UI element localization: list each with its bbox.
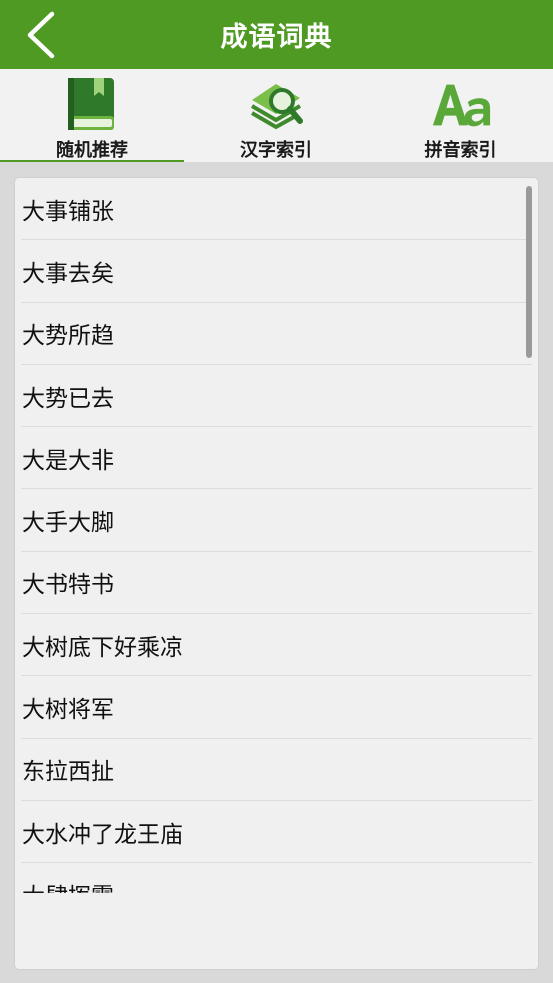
- idiom-text: 大势已去: [22, 385, 114, 412]
- idiom-text: 大书特书: [22, 572, 114, 599]
- app-screen: 成语词典 随机推荐 汉字索引 拼音索引 大事铺张 大事去矣 大势所趋 大势已去 …: [0, 0, 553, 983]
- idiom-text: 大水冲了龙王庙: [22, 821, 183, 848]
- list-item[interactable]: 大是大非: [21, 427, 532, 490]
- idiom-text: 大势所趋: [22, 323, 114, 350]
- book-icon: [60, 75, 124, 134]
- tab-bar: 随机推荐 汉字索引 拼音索引: [0, 69, 553, 162]
- idiom-text: 东拉西扯: [22, 759, 114, 786]
- idiom-text: 大树将军: [22, 697, 114, 724]
- idiom-text: 大手大脚: [22, 510, 114, 537]
- list-item[interactable]: 大势已去: [21, 365, 532, 428]
- tab-hanzi-index[interactable]: 汉字索引: [184, 69, 368, 162]
- tab-random-recommend[interactable]: 随机推荐: [0, 69, 184, 162]
- list-item[interactable]: 大树底下好乘凉: [21, 614, 532, 677]
- tab-label: 拼音索引: [424, 140, 497, 161]
- title-bar: 成语词典: [0, 0, 553, 69]
- list-item[interactable]: 大水冲了龙王庙: [21, 801, 532, 864]
- idiom-list[interactable]: 大事铺张 大事去矣 大势所趋 大势已去 大是大非 大手大脚 大书特书 大树底下好…: [15, 178, 538, 893]
- list-scrollbar[interactable]: [526, 186, 532, 358]
- tab-label: 汉字索引: [240, 140, 312, 161]
- selected-tab-indicator: [0, 160, 184, 162]
- idiom-text: 大是大非: [22, 447, 114, 474]
- list-item[interactable]: 东拉西扯: [21, 739, 532, 801]
- list-item[interactable]: 大肆挥霍: [21, 863, 532, 893]
- list-item[interactable]: 大事去矣: [21, 240, 532, 303]
- idiom-text: 大事去矣: [22, 260, 114, 287]
- aa-letters-icon: [429, 75, 493, 134]
- back-arrow-icon: [27, 11, 55, 59]
- tab-label: 随机推荐: [56, 140, 128, 161]
- idiom-list-panel: 大事铺张 大事去矣 大势所趋 大势已去 大是大非 大手大脚 大书特书 大树底下好…: [14, 177, 539, 970]
- back-button[interactable]: [14, 8, 70, 62]
- idiom-text: 大事铺张: [22, 198, 114, 225]
- list-item[interactable]: 大事铺张: [21, 178, 532, 241]
- idiom-text: 大树底下好乘凉: [22, 634, 183, 661]
- page-title: 成语词典: [220, 22, 333, 53]
- book-search-icon: [244, 75, 308, 134]
- list-item[interactable]: 大势所趋: [21, 303, 532, 365]
- idiom-text: 大肆挥霍: [22, 877, 114, 893]
- list-item[interactable]: 大书特书: [21, 552, 532, 615]
- list-item[interactable]: 大手大脚: [21, 489, 532, 552]
- tab-pinyin-index[interactable]: 拼音索引: [368, 69, 553, 162]
- list-item[interactable]: 大树将军: [21, 676, 532, 739]
